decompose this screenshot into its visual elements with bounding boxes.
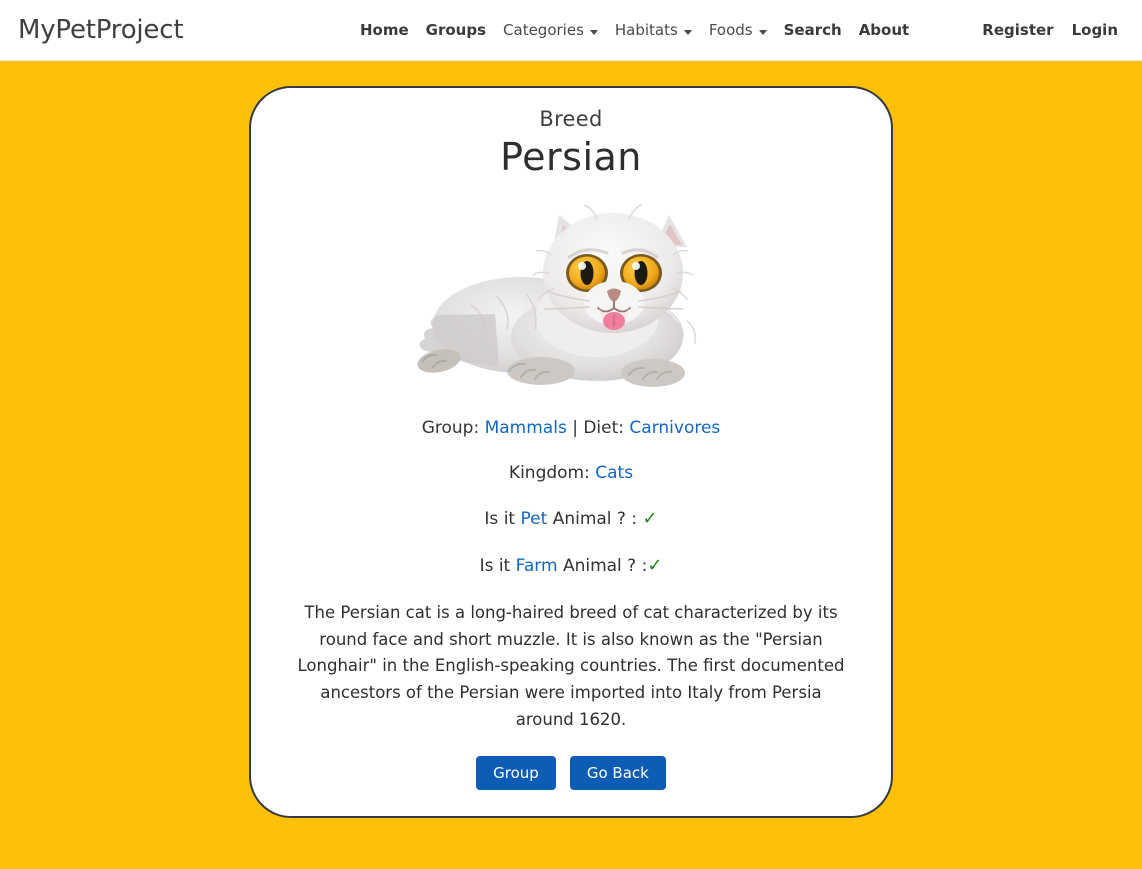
- diet-label: Diet:: [583, 418, 625, 438]
- chevron-down-icon: [758, 29, 767, 35]
- nav-label-foods: Foods: [708, 21, 753, 39]
- nav-item-about[interactable]: About: [859, 23, 910, 38]
- nav-item-login[interactable]: Login: [1072, 23, 1118, 38]
- navbar: MyPetProject Home Groups Categories Habi…: [0, 0, 1142, 61]
- chevron-down-icon: [683, 29, 692, 35]
- brand-logo[interactable]: MyPetProject: [18, 15, 184, 45]
- breed-detail-card: Breed Persian Group: Mammals | Diet: Car…: [249, 86, 893, 818]
- nav-label-search: Search: [783, 21, 842, 39]
- farm-prefix: Is it: [479, 555, 511, 576]
- card-actions: Group Go Back: [285, 755, 857, 790]
- nav-label-about: About: [858, 21, 910, 39]
- farm-link[interactable]: Farm: [516, 556, 558, 576]
- kingdom-line: Kingdom: Cats: [285, 462, 857, 484]
- pet-prefix: Is it: [484, 509, 516, 530]
- kingdom-link[interactable]: Cats: [595, 463, 633, 483]
- chevron-down-icon: [589, 29, 598, 35]
- primary-navigation: Home Groups Categories Habitats Foods Se…: [360, 0, 909, 61]
- nav-item-home[interactable]: Home: [360, 23, 409, 38]
- nav-item-categories[interactable]: Categories: [503, 23, 598, 38]
- nav-item-register[interactable]: Register: [982, 23, 1053, 38]
- breed-description: The Persian cat is a long-haired breed o…: [297, 602, 845, 729]
- persian-cat-image: [401, 185, 741, 403]
- farm-animal-line: Is it Farm Animal ? :✓: [285, 554, 857, 577]
- nav-label-home: Home: [360, 21, 409, 39]
- checkmark-icon: ✓: [647, 554, 663, 576]
- farm-suffix: Animal ? :: [562, 555, 648, 576]
- go-back-button[interactable]: Go Back: [569, 755, 666, 790]
- pet-suffix: Animal ? :: [552, 509, 638, 530]
- nav-label-groups: Groups: [425, 21, 487, 39]
- nav-label-categories: Categories: [503, 21, 584, 39]
- nav-item-search[interactable]: Search: [784, 23, 842, 38]
- diet-link[interactable]: Carnivores: [629, 418, 720, 438]
- pet-animal-line: Is it Pet Animal ? : ✓: [285, 507, 857, 530]
- account-navigation: Register Login: [982, 0, 1118, 61]
- group-diet-line: Group: Mammals | Diet: Carnivores: [285, 417, 857, 439]
- group-label: Group:: [421, 418, 480, 438]
- group-button[interactable]: Group: [476, 755, 556, 790]
- kingdom-label: Kingdom:: [508, 463, 590, 484]
- group-link[interactable]: Mammals: [485, 418, 567, 438]
- page-title: Persian: [500, 135, 642, 179]
- nav-item-foods[interactable]: Foods: [709, 23, 767, 38]
- pet-link[interactable]: Pet: [521, 509, 548, 529]
- field-separator: |: [572, 418, 578, 438]
- page-body: Breed Persian Group: Mammals | Diet: Car…: [0, 61, 1142, 869]
- nav-label-habitats: Habitats: [614, 21, 678, 39]
- card-subtitle: Breed: [539, 107, 603, 131]
- nav-item-habitats[interactable]: Habitats: [615, 23, 692, 38]
- nav-item-groups[interactable]: Groups: [426, 23, 486, 38]
- checkmark-icon: ✓: [642, 508, 658, 530]
